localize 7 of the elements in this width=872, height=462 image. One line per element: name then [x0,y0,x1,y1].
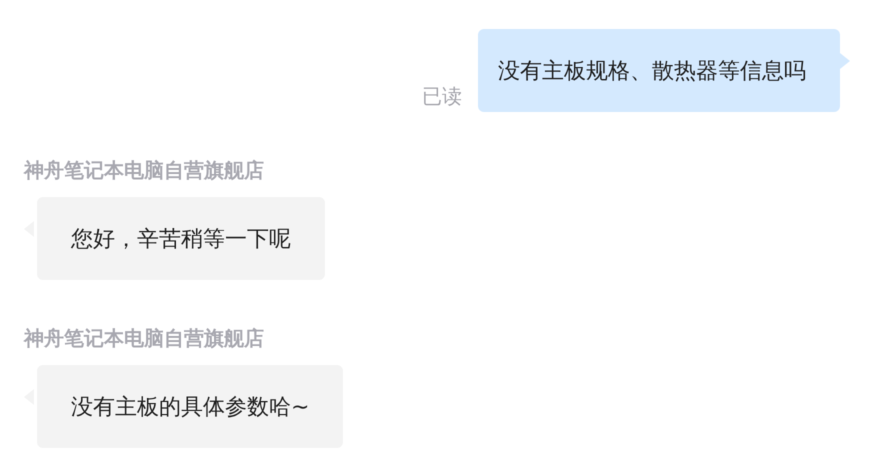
message-bubble: 没有主板的具体参数哈~ [37,365,344,448]
sender-name: 神舟笔记本电脑自营旗舰店 [24,157,264,184]
read-receipt: 已读 [422,83,462,110]
sender-name: 神舟笔记本电脑自营旗舰店 [24,325,264,352]
message-bubble: 没有主板规格、散热器等信息吗 [478,29,840,112]
bubble-tail [840,53,850,69]
message-bubble: 您好，辛苦稍等一下呢 [37,197,325,280]
